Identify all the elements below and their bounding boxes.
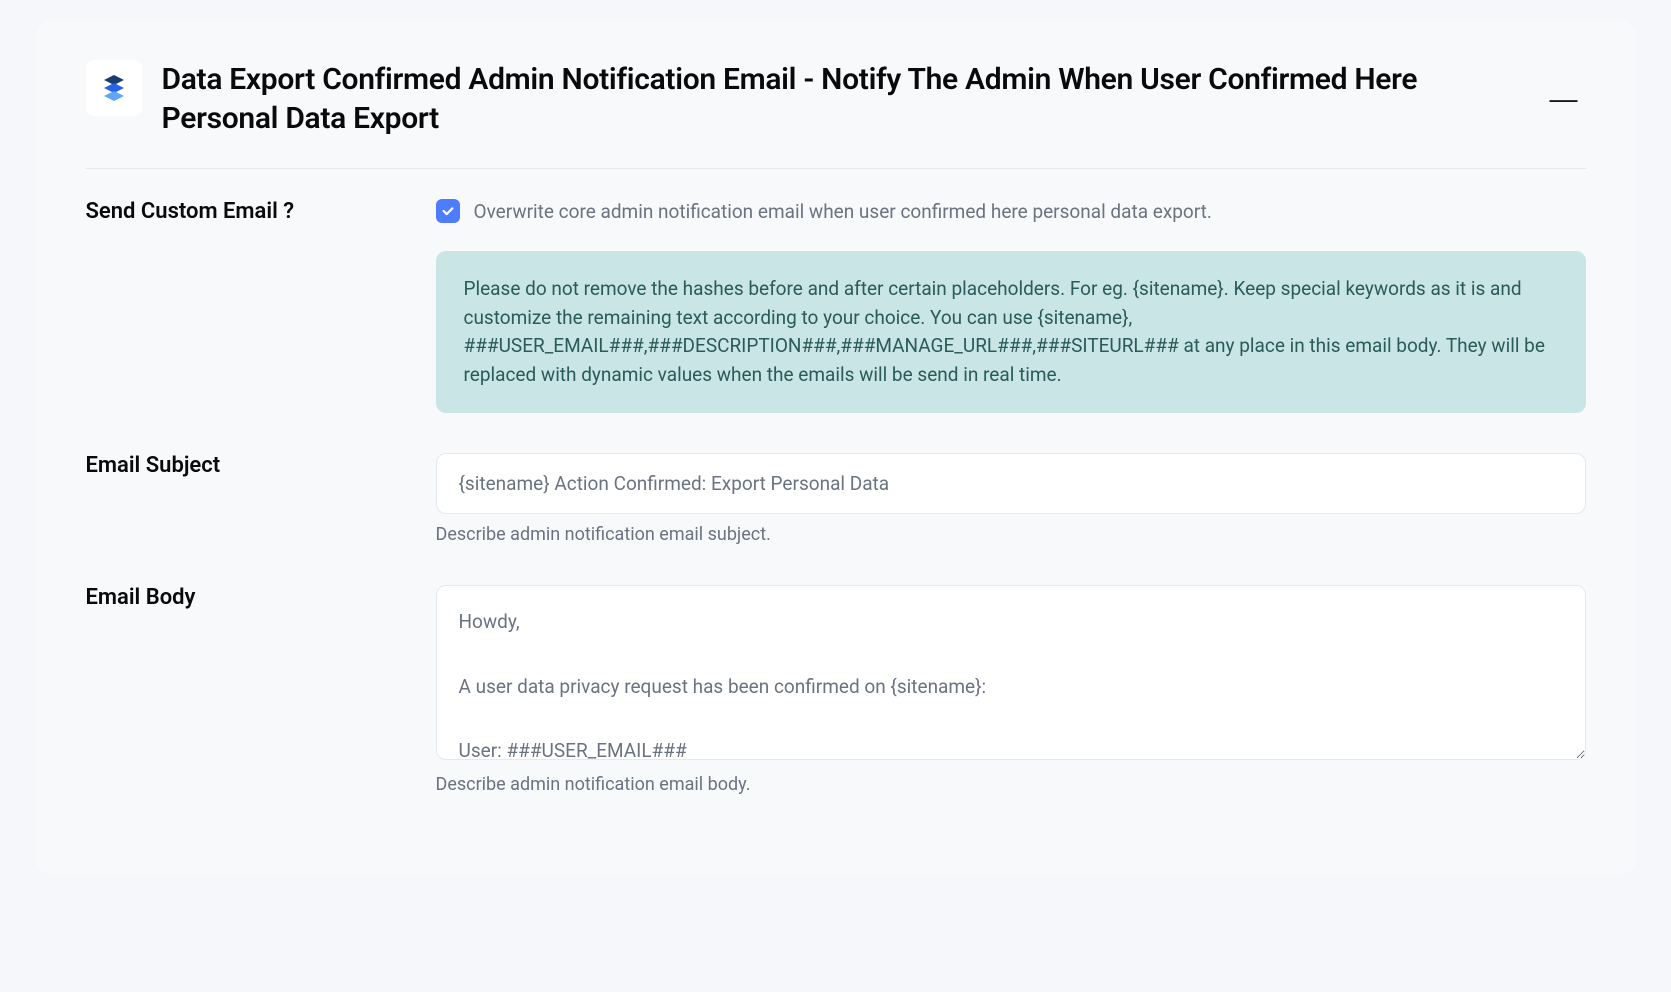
placeholder-info-box: Please do not remove the hashes before a… [436, 251, 1586, 413]
label-col: Email Subject [86, 453, 396, 478]
row-email-body: Email Body Describe admin notification e… [86, 585, 1586, 795]
field-col: Describe admin notification email subjec… [436, 453, 1586, 545]
send-custom-email-checkbox-label: Overwrite core admin notification email … [474, 200, 1212, 223]
send-custom-email-label: Send Custom Email ? [86, 199, 396, 224]
collapse-button[interactable]: — [1542, 85, 1586, 113]
email-subject-helper: Describe admin notification email subjec… [436, 524, 1586, 545]
row-email-subject: Email Subject Describe admin notificatio… [86, 453, 1586, 545]
settings-card: Data Export Confirmed Admin Notification… [36, 20, 1636, 875]
email-body-helper: Describe admin notification email body. [436, 774, 1586, 795]
send-custom-email-checkbox[interactable] [436, 199, 460, 223]
page-title: Data Export Confirmed Admin Notification… [162, 60, 1522, 138]
brand-logo-icon [98, 72, 130, 104]
checkmark-icon [441, 204, 455, 218]
email-subject-input[interactable] [436, 453, 1586, 514]
field-col: Overwrite core admin notification email … [436, 199, 1586, 413]
email-subject-label: Email Subject [86, 453, 396, 478]
field-col: Describe admin notification email body. [436, 585, 1586, 795]
logo-box [86, 60, 142, 116]
label-col: Send Custom Email ? [86, 199, 396, 224]
card-header: Data Export Confirmed Admin Notification… [86, 60, 1586, 169]
email-body-label: Email Body [86, 585, 396, 610]
label-col: Email Body [86, 585, 396, 610]
row-send-custom-email: Send Custom Email ? Overwrite core admin… [86, 199, 1586, 413]
checkbox-row: Overwrite core admin notification email … [436, 199, 1586, 223]
email-body-textarea[interactable] [436, 585, 1586, 760]
